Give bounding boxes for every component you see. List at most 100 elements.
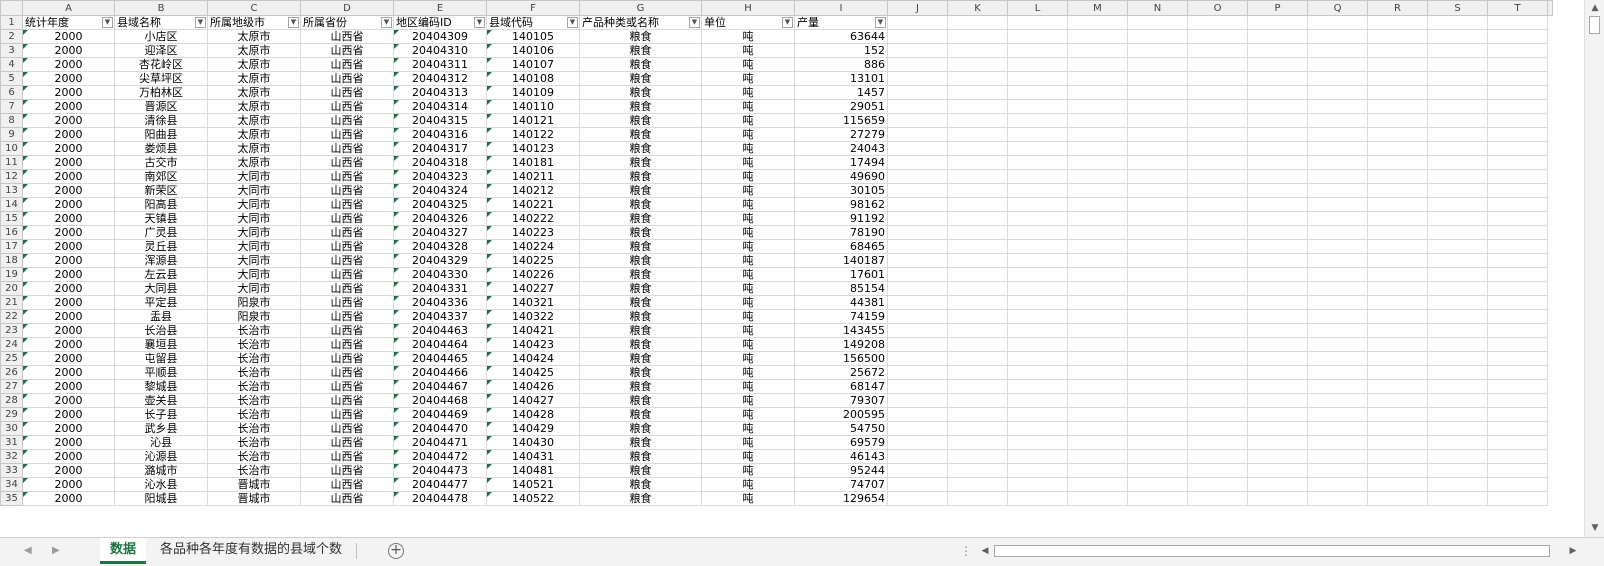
cell-city[interactable]: 长治市	[207, 421, 301, 436]
empty-cell[interactable]	[947, 337, 1008, 352]
cell-region-id[interactable]: 20404311	[393, 57, 487, 72]
empty-cell[interactable]	[1127, 239, 1188, 254]
cell-region-id[interactable]: 20404323	[393, 169, 487, 184]
empty-cell[interactable]	[1067, 197, 1128, 212]
empty-cell[interactable]	[1007, 99, 1068, 114]
cell-product[interactable]: 粮食	[579, 337, 702, 352]
cell-city[interactable]: 太原市	[207, 113, 301, 128]
empty-cell[interactable]	[1187, 43, 1248, 58]
empty-cell[interactable]	[1367, 197, 1428, 212]
column-header[interactable]: N	[1127, 0, 1188, 16]
cell-code[interactable]: 140123	[486, 141, 580, 156]
empty-cell[interactable]	[1307, 211, 1368, 226]
empty-cell[interactable]	[1127, 337, 1188, 352]
empty-cell[interactable]	[947, 127, 1008, 142]
empty-cell[interactable]	[1127, 85, 1188, 100]
cell-product[interactable]: 粮食	[579, 169, 702, 184]
column-header[interactable]: G	[579, 0, 702, 16]
cell-county[interactable]: 壶关县	[114, 393, 208, 408]
cell-city[interactable]: 太原市	[207, 99, 301, 114]
cell-unit[interactable]: 吨	[701, 141, 795, 156]
cell-county[interactable]: 沁县	[114, 435, 208, 450]
empty-cell[interactable]	[1247, 421, 1308, 436]
empty-cell[interactable]	[1427, 421, 1488, 436]
cell-code[interactable]: 140429	[486, 421, 580, 436]
empty-cell[interactable]	[1427, 463, 1488, 478]
empty-cell[interactable]	[1367, 351, 1428, 366]
empty-cell[interactable]	[1427, 351, 1488, 366]
cell-unit[interactable]: 吨	[701, 155, 795, 170]
cell-product[interactable]: 粮食	[579, 99, 702, 114]
empty-cell[interactable]	[1427, 211, 1488, 226]
cell-county[interactable]: 长治县	[114, 323, 208, 338]
empty-cell[interactable]	[1307, 127, 1368, 142]
cell-city[interactable]: 长治市	[207, 393, 301, 408]
cell-year[interactable]: 2000	[22, 365, 115, 380]
empty-cell[interactable]	[1067, 267, 1128, 282]
triangle-down-icon[interactable]: ▼	[1588, 521, 1602, 535]
cell-region-id[interactable]: 20404318	[393, 155, 487, 170]
cell-region-id[interactable]: 20404336	[393, 295, 487, 310]
cell-unit[interactable]: 吨	[701, 29, 795, 44]
empty-cell[interactable]	[1127, 99, 1188, 114]
empty-cell[interactable]	[1187, 225, 1248, 240]
empty-cell[interactable]	[1247, 225, 1308, 240]
empty-cell[interactable]	[1367, 141, 1428, 156]
cell-unit[interactable]: 吨	[701, 197, 795, 212]
empty-cell[interactable]	[1367, 463, 1428, 478]
empty-cell[interactable]	[1127, 435, 1188, 450]
split-handle-icon[interactable]: ⋮	[960, 544, 972, 558]
sheet-nav-prev-icon[interactable]: ◀	[24, 545, 32, 556]
cell-code[interactable]: 140181	[486, 155, 580, 170]
empty-cell[interactable]	[1367, 267, 1428, 282]
empty-cell[interactable]	[1427, 239, 1488, 254]
empty-cell[interactable]	[1007, 295, 1068, 310]
cell-county[interactable]: 武乡县	[114, 421, 208, 436]
empty-cell[interactable]	[887, 43, 948, 58]
dropdown-arrow-icon[interactable]: ▼	[474, 17, 485, 28]
row-number[interactable]: 27	[0, 379, 23, 394]
empty-cell[interactable]	[1067, 407, 1128, 422]
empty-cell[interactable]	[1427, 393, 1488, 408]
empty-cell[interactable]	[947, 211, 1008, 226]
cell-output[interactable]: 886	[794, 57, 888, 72]
empty-cell[interactable]	[1247, 281, 1308, 296]
empty-cell[interactable]	[1487, 407, 1548, 422]
empty-cell[interactable]	[1127, 127, 1188, 142]
cell-unit[interactable]: 吨	[701, 435, 795, 450]
empty-cell[interactable]	[1187, 435, 1248, 450]
empty-cell[interactable]	[1247, 99, 1308, 114]
empty-cell[interactable]	[1007, 323, 1068, 338]
empty-cell[interactable]	[1307, 477, 1368, 492]
cell-year[interactable]: 2000	[22, 211, 115, 226]
empty-cell[interactable]	[1427, 85, 1488, 100]
empty-cell[interactable]	[1187, 127, 1248, 142]
cell-province[interactable]: 山西省	[300, 99, 394, 114]
cell-product[interactable]: 粮食	[579, 379, 702, 394]
cell-output[interactable]: 95244	[794, 463, 888, 478]
empty-cell[interactable]	[1307, 99, 1368, 114]
cell-output[interactable]: 143455	[794, 323, 888, 338]
cell-county[interactable]: 杏花岭区	[114, 57, 208, 72]
horizontal-scroll-thumb[interactable]	[994, 545, 1550, 557]
empty-cell[interactable]	[1487, 365, 1548, 380]
cell-year[interactable]: 2000	[22, 57, 115, 72]
cell-code[interactable]: 140212	[486, 183, 580, 198]
cell-city[interactable]: 太原市	[207, 85, 301, 100]
empty-cell[interactable]	[947, 239, 1008, 254]
empty-cell[interactable]	[947, 435, 1008, 450]
empty-cell[interactable]	[1247, 435, 1308, 450]
column-title-cell[interactable]: 县域名称 ▼	[114, 15, 208, 30]
empty-cell[interactable]	[1187, 29, 1248, 44]
cell-province[interactable]: 山西省	[300, 141, 394, 156]
column-header[interactable]: P	[1247, 0, 1308, 16]
empty-cell[interactable]	[1247, 449, 1308, 464]
cell-unit[interactable]: 吨	[701, 449, 795, 464]
empty-cell[interactable]	[1487, 71, 1548, 86]
empty-cell[interactable]	[1487, 211, 1548, 226]
empty-cell[interactable]	[1007, 155, 1068, 170]
cell-unit[interactable]: 吨	[701, 267, 795, 282]
empty-cell[interactable]	[1127, 253, 1188, 268]
empty-cell[interactable]	[1187, 239, 1248, 254]
empty-cell[interactable]	[887, 211, 948, 226]
